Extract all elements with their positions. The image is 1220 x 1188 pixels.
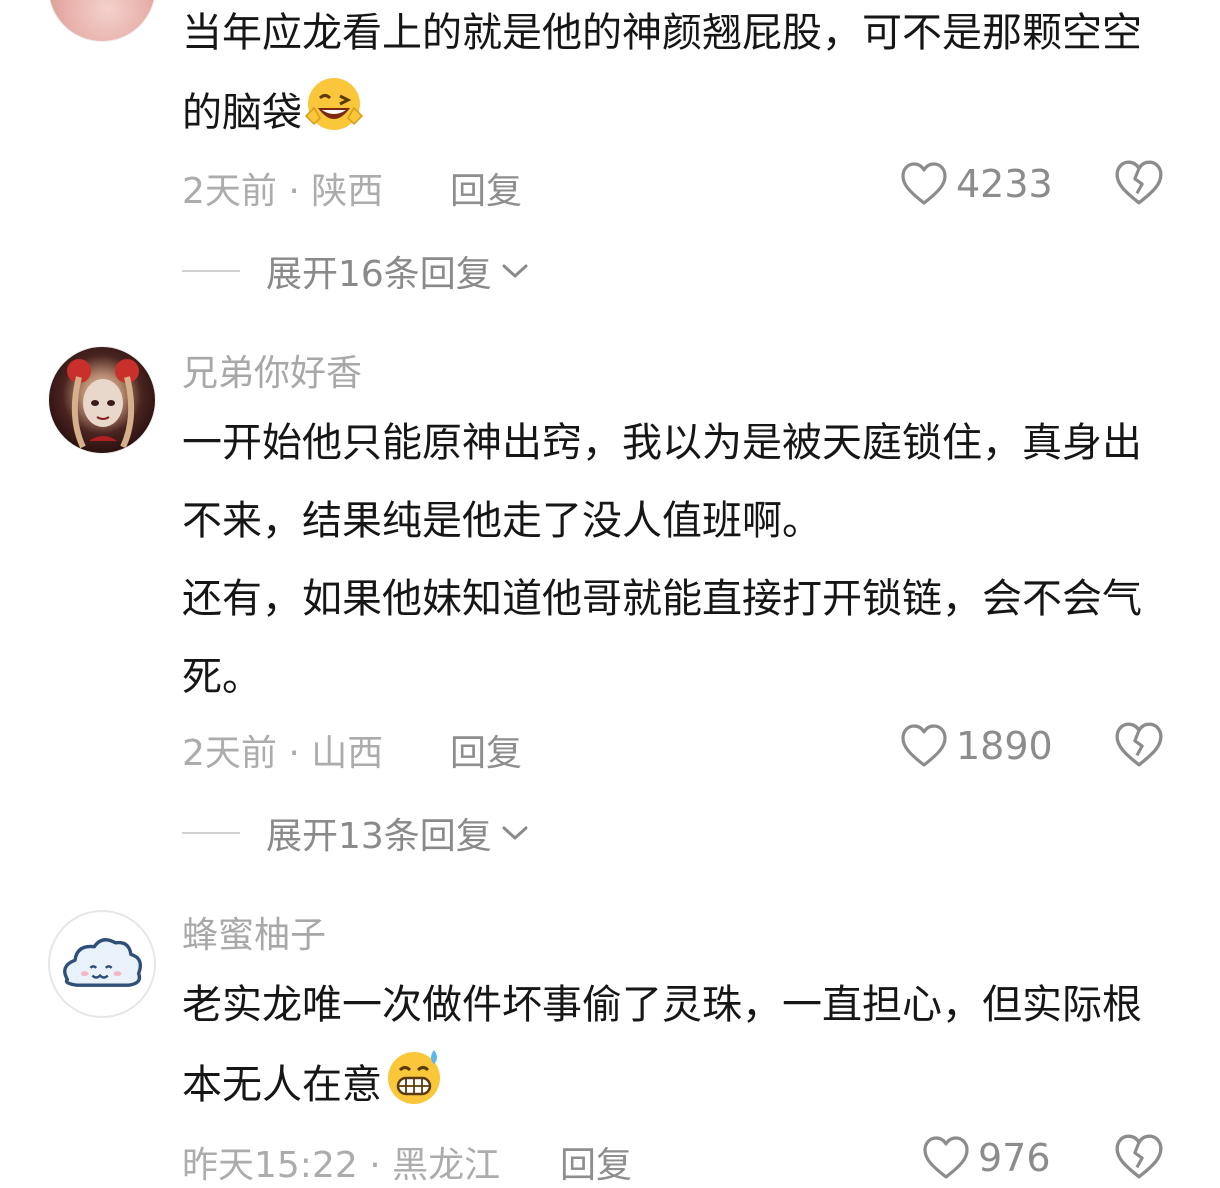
comment-paragraph: 一开始他只能原神出窍，我以为是被天庭锁住，真身出不来，结果纯是他走了没人值班啊。 — [182, 420, 1142, 544]
time-location: 2天前 · 山西 — [182, 733, 384, 774]
expand-replies[interactable]: 展开16条回复 — [182, 246, 530, 296]
comment-text: 一开始他只能原神出窍，我以为是被天庭锁住，真身出不来，结果纯是他走了没人值班啊。… — [182, 404, 1172, 716]
sweat-grin-emoji — [388, 1050, 440, 1104]
avatar-figure-icon — [67, 359, 139, 449]
comment-text: 当年应龙看上的就是他的神颜翘屁股，可不是那颗空空的脑袋 — [182, 10, 1142, 136]
comment-meta: 昨天15:22 · 黑龙江 回复 976 — [182, 1128, 1182, 1188]
heart-icon — [901, 724, 947, 767]
divider — [182, 270, 240, 272]
expand-replies[interactable]: 展开13条回复 — [182, 808, 530, 858]
like-count: 1890 — [956, 724, 1053, 768]
like-button[interactable]: 1890 — [900, 718, 1053, 774]
chevron-down-icon — [502, 264, 528, 278]
divider — [182, 832, 240, 834]
broken-heart-icon[interactable] — [1114, 158, 1164, 208]
avatar[interactable] — [48, 910, 156, 1018]
like-count: 976 — [978, 1136, 1051, 1180]
heart-icon — [923, 1136, 969, 1179]
comment-paragraph: 还有，如果他妹知道他哥就能直接打开锁链，会不会气死。 — [182, 576, 1142, 700]
broken-heart-icon[interactable] — [1114, 720, 1164, 770]
like-count: 4233 — [956, 162, 1053, 206]
heart-icon — [901, 162, 947, 205]
expand-replies-label: 展开13条回复 — [266, 816, 492, 857]
avatar[interactable] — [48, 346, 156, 454]
username[interactable]: 兄弟你好香 — [182, 352, 362, 396]
reply-button[interactable]: 回复 — [450, 724, 522, 776]
avatar[interactable] — [48, 0, 156, 42]
comment-text: 老实龙唯一次做件坏事偷了灵珠，一直担心，但实际根本无人在意 — [182, 982, 1142, 1108]
comment-meta: 2天前 · 山西 回复 1890 — [182, 716, 1182, 776]
reply-button[interactable]: 回复 — [560, 1136, 632, 1188]
username[interactable]: 蜂蜜柚子 — [182, 914, 326, 958]
comment-meta: 2天前 · 陕西 回复 4233 — [182, 154, 1182, 214]
reply-button[interactable]: 回复 — [450, 162, 522, 214]
expand-replies-label: 展开16条回复 — [266, 254, 492, 295]
grinning-wink-emoji — [304, 78, 364, 130]
time-location: 昨天15:22 · 黑龙江 — [182, 1145, 501, 1186]
broken-heart-icon[interactable] — [1114, 1132, 1164, 1182]
like-button[interactable]: 4233 — [900, 156, 1053, 212]
time-location: 2天前 · 陕西 — [182, 171, 384, 212]
chevron-down-icon — [502, 826, 528, 840]
like-button[interactable]: 976 — [922, 1130, 1051, 1186]
cloud-icon — [63, 938, 142, 987]
